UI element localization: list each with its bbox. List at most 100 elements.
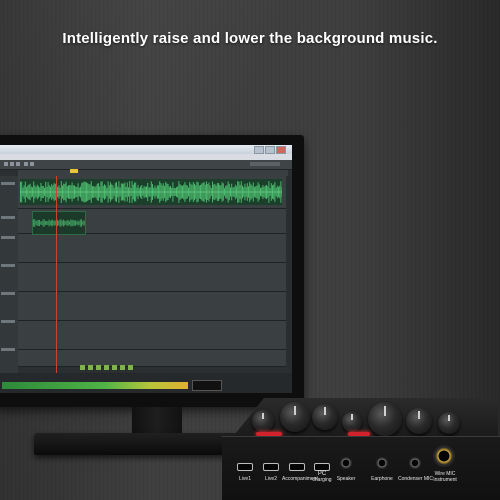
port-label-condenser-mic: Condenser MIC: [398, 476, 434, 482]
forward-icon: [128, 365, 133, 370]
usb-port-live2: [263, 463, 279, 471]
waveform-bar: [67, 220, 69, 226]
knob: [280, 402, 310, 432]
waveform-bar: [59, 219, 61, 227]
waveform-bar: [81, 219, 82, 227]
waveform-bar: [52, 219, 54, 227]
playhead-line: [56, 176, 57, 381]
track-lane: [18, 234, 286, 263]
rewind-icon: [80, 365, 85, 370]
waveform-bar: [34, 219, 36, 227]
waveform-bar: [70, 219, 72, 227]
speaker-jack: [340, 457, 352, 469]
knob: [252, 410, 274, 432]
waveform-bar: [39, 219, 40, 227]
track-header: [1, 216, 15, 219]
port-label-wire-mic-instrument: Wire MIC Instrument: [433, 471, 457, 483]
waveform-bar: [48, 219, 50, 227]
play-icon: [96, 365, 101, 370]
tool-icon: [16, 162, 20, 166]
waveform-bar: [46, 220, 48, 226]
knob: [368, 402, 402, 436]
waveform-bar: [72, 220, 74, 226]
knob: [312, 404, 338, 430]
waveform-bar: [77, 220, 79, 226]
waveform-bar: [64, 220, 66, 226]
waveform-bar: [42, 219, 44, 227]
tool-panel: [250, 162, 280, 166]
port-label-speaker: Speaker: [336, 476, 356, 482]
window-titlebar: [0, 145, 292, 154]
waveform-bar: [78, 221, 80, 225]
monitor-stand-neck: [132, 407, 182, 435]
track-header: [1, 348, 15, 351]
clip-waveform: [33, 219, 86, 227]
track-lane: [18, 350, 286, 367]
waveform-bar: [71, 219, 73, 227]
playhead-marker: [70, 169, 78, 173]
waveform-bar: [61, 220, 63, 226]
waveform-bar: [37, 219, 39, 227]
track-headers: [0, 176, 18, 381]
loop-icon: [120, 365, 125, 370]
tool-icon: [4, 162, 8, 166]
waveform-bar: [73, 220, 75, 226]
tool-icon: [24, 162, 28, 166]
waveform-bar: [82, 221, 84, 225]
music-waveform: [20, 179, 283, 205]
transport-controls: [80, 365, 150, 371]
waveform-bar: [60, 219, 62, 227]
track-lane: [18, 321, 286, 350]
track-lane: [18, 292, 286, 321]
waveform-graphic: [20, 179, 283, 205]
product-photo: Intelligently raise and lower the backgr…: [0, 0, 500, 500]
port-label-live2: Live2: [265, 476, 277, 482]
voice-clip: [32, 211, 86, 235]
waveform-bar: [49, 220, 51, 226]
waveform-bar: [43, 219, 45, 227]
pause-icon: [104, 365, 109, 370]
monitor-screen: [0, 145, 292, 393]
waveform-bar: [65, 221, 67, 225]
vertical-scrollbar: [286, 176, 292, 381]
waveform-bar: [41, 221, 43, 225]
minimize-icon: [254, 146, 264, 154]
port-label-accompaniment: Accompaniment: [282, 476, 318, 482]
waveform-bar: [40, 221, 42, 225]
earphone-jack: [376, 457, 388, 469]
maximize-icon: [265, 146, 275, 154]
stop-icon: [88, 365, 93, 370]
waveform-bar: [35, 221, 37, 225]
waveform-bar: [79, 219, 81, 227]
waveform-bar: [83, 220, 85, 226]
level-meter: [2, 382, 188, 389]
record-icon: [112, 365, 117, 370]
track-header: [1, 264, 15, 267]
waveform-bar: [76, 221, 78, 225]
time-display: [192, 380, 222, 391]
waveform-bar: [51, 220, 52, 226]
usb-port-accompaniment: [289, 463, 305, 471]
waveform-bar: [66, 220, 68, 226]
editor-toolbar: [0, 160, 292, 170]
waveform-bar: [36, 220, 38, 226]
track-header: [1, 320, 15, 323]
waveform-bar: [57, 219, 58, 227]
usb-port-live1: [237, 463, 253, 471]
headline: Intelligently raise and lower the backgr…: [62, 30, 438, 47]
waveform-bar: [58, 220, 60, 226]
waveform-bar: [53, 220, 55, 226]
waveform-bar: [75, 220, 76, 226]
knob: [342, 412, 362, 432]
waveform-bar: [47, 221, 49, 225]
waveform-bar: [45, 221, 46, 225]
tool-icon: [10, 162, 14, 166]
track-header: [1, 292, 15, 295]
track-header: [1, 182, 15, 185]
port-label-pc-charging: PC charging: [312, 471, 332, 483]
monitor: [0, 135, 304, 407]
tool-icon: [30, 162, 34, 166]
waveform-bar: [69, 221, 70, 225]
knob: [438, 412, 460, 434]
close-icon: [276, 146, 286, 154]
